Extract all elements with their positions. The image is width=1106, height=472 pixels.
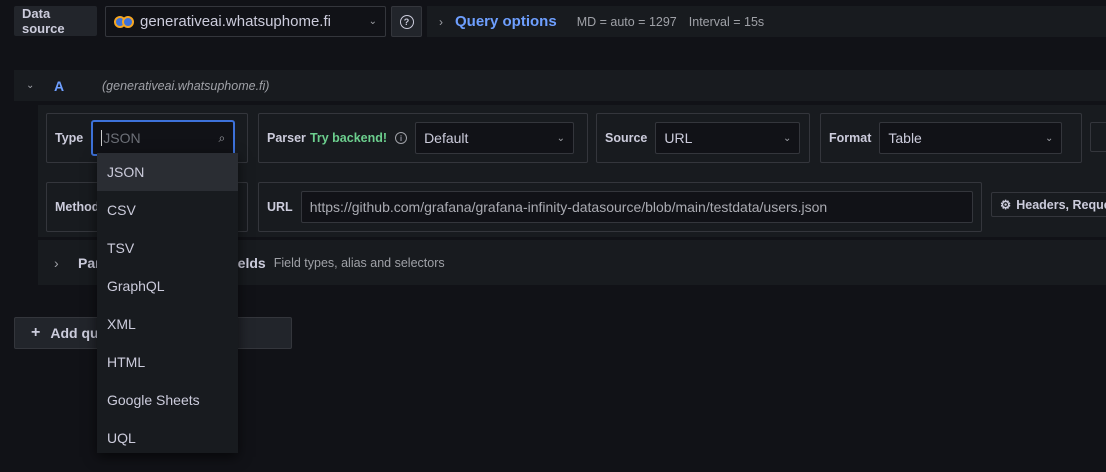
parse-fields-subtitle: Field types, alias and selectors — [273, 255, 445, 270]
type-dropdown-menu: JSON CSV TSV GraphQL XML HTML Google She… — [97, 153, 238, 453]
chevron-down-icon: ⌄ — [783, 132, 792, 144]
url-field: URL https://github.com/grafana/grafana-i… — [258, 182, 982, 232]
data-source-value: generativeai.whatsuphome.fi — [140, 13, 331, 30]
datasource-logo-icon — [114, 15, 134, 28]
type-option[interactable]: XML — [97, 305, 238, 343]
url-input[interactable]: https://github.com/grafana/grafana-infin… — [300, 191, 973, 223]
query-options-bar[interactable]: › Query options MD = auto = 1297 Interva… — [427, 6, 1106, 37]
url-label: URL — [267, 200, 293, 214]
interval: Interval = 15s — [688, 14, 765, 29]
type-option[interactable]: UQL — [97, 419, 238, 457]
type-option[interactable]: TSV — [97, 229, 238, 267]
max-data-points: MD = auto = 1297 — [576, 14, 677, 29]
plus-icon: + — [31, 324, 41, 341]
chevron-down-icon: ⌄ — [1044, 132, 1054, 144]
source-label: Source — [605, 131, 648, 145]
question-circle-icon: ? — [399, 14, 414, 29]
extra-button[interactable] — [1090, 122, 1106, 152]
data-source-label: Data source — [14, 6, 97, 36]
parser-value: Default — [424, 130, 469, 146]
type-input[interactable]: JSON ⌕ — [91, 120, 236, 156]
type-label: Type — [55, 131, 84, 145]
source-field: Source URL ⌄ — [596, 113, 810, 163]
format-select[interactable]: Table ⌄ — [879, 122, 1063, 154]
type-option[interactable]: Google Sheets — [97, 381, 238, 419]
format-label: Format — [829, 131, 872, 145]
query-row-header[interactable]: ⌄ A (generativeai.whatsuphome.fi) — [14, 70, 1106, 101]
type-option[interactable]: CSV — [97, 191, 238, 229]
source-value: URL — [664, 130, 693, 146]
add-query-label-left: Add qu — [50, 325, 99, 341]
query-datasource-hint: (generativeai.whatsuphome.fi) — [102, 78, 270, 93]
query-ref-id[interactable]: A — [54, 78, 102, 94]
info-icon: i — [395, 132, 408, 144]
chevron-down-icon: ⌄ — [368, 16, 377, 27]
chevron-down-icon: ⌄ — [556, 132, 566, 144]
format-field: Format Table ⌄ — [820, 113, 1082, 163]
help-button[interactable]: ? — [391, 6, 422, 37]
type-option[interactable]: HTML — [97, 343, 238, 381]
chevron-right-icon: › — [54, 254, 59, 271]
collapse-chevron-icon[interactable]: ⌄ — [26, 80, 54, 91]
headers-button[interactable]: ⚙ Headers, Reque — [991, 192, 1106, 217]
query-options-toggle[interactable]: Query options — [455, 13, 557, 30]
type-option[interactable]: JSON — [97, 153, 238, 191]
chevron-right-icon: › — [439, 14, 443, 29]
type-input-placeholder: JSON — [101, 130, 141, 146]
search-icon: ⌕ — [218, 130, 226, 145]
gear-icon: ⚙ — [1000, 198, 1012, 212]
method-label: Method — [55, 200, 100, 214]
parser-field: Parser Try backend! i Default ⌄ — [258, 113, 588, 163]
format-value: Table — [888, 130, 922, 146]
headers-button-label: Headers, Reque — [1016, 197, 1106, 212]
data-source-select[interactable]: generativeai.whatsuphome.fi ⌄ — [105, 6, 386, 37]
type-option[interactable]: GraphQL — [97, 267, 238, 305]
parser-label: Parser — [267, 131, 306, 145]
parser-select[interactable]: Default ⌄ — [415, 122, 575, 154]
try-backend-link[interactable]: Try backend! — [310, 131, 387, 145]
url-value: https://github.com/grafana/grafana-infin… — [309, 199, 828, 215]
source-select[interactable]: URL ⌄ — [655, 122, 801, 154]
